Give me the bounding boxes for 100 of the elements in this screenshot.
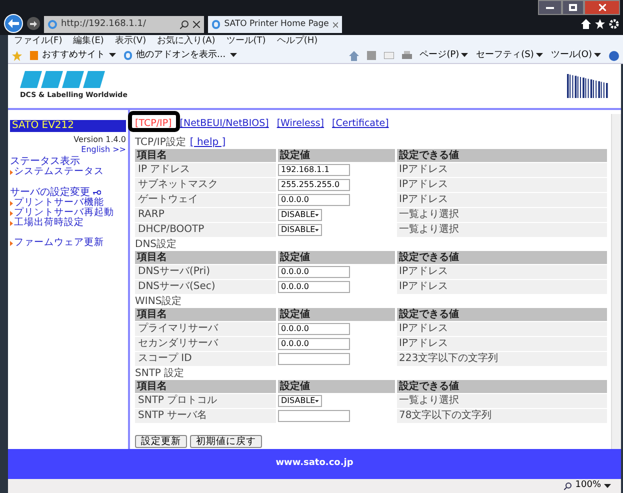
table-cell: IPアドレス	[397, 163, 607, 177]
table-cell: 一覧より選択	[397, 223, 607, 237]
sidebar-heading: ステータス表示	[10, 156, 80, 167]
tab[interactable]: [Certificate]	[332, 116, 389, 132]
input-field[interactable]	[278, 410, 350, 422]
table-cell: IPアドレス	[397, 265, 607, 279]
star-icon[interactable]	[12, 50, 22, 60]
zoom-level[interactable]: 100%	[575, 479, 601, 493]
caret-icon	[315, 398, 319, 404]
address-text: http://192.168.1.1/	[61, 18, 147, 31]
command-menu[interactable]: ページ(P)	[420, 48, 468, 62]
command-menu[interactable]: ツール(O)	[550, 48, 601, 62]
input-field[interactable]: 192.168.1.1	[278, 164, 350, 176]
menu-item[interactable]: お気に入り(A)	[157, 34, 216, 48]
tab[interactable]: [Wireless]	[276, 116, 324, 132]
input-field[interactable]: 0.0.0.0	[278, 194, 350, 206]
column-header: 項目名	[135, 380, 276, 393]
column-header: 設定値	[278, 251, 395, 264]
table-cell: IPアドレス	[397, 337, 607, 351]
address-bar[interactable]: http://192.168.1.1/	[44, 16, 204, 33]
sidebar-link[interactable]: 工場出荷時設定	[10, 218, 126, 228]
section-title: SNTP 設定	[135, 366, 184, 380]
bullet-icon	[10, 170, 13, 174]
section-title: TCP/IP設定	[135, 136, 186, 150]
bullet-icon	[10, 240, 13, 246]
bullet-icon	[10, 200, 13, 206]
table-cell: 223文字以下の文字列	[397, 352, 607, 366]
table-cell: IP アドレス	[135, 163, 276, 177]
favorites-item[interactable]: おすすめサイト	[30, 48, 116, 62]
maximize-icon	[569, 4, 577, 11]
model-banner: SATO EV212	[10, 120, 126, 132]
input-field[interactable]: 0.0.0.0	[278, 323, 350, 335]
back-arrow-icon	[8, 19, 19, 28]
table-cell: スコープ ID	[135, 352, 276, 366]
dropdown[interactable]: DISABLE	[278, 224, 322, 236]
sidebar-link[interactable]: プリントサーバ機能	[10, 198, 126, 208]
column-header: 項目名	[135, 251, 276, 264]
command-menu[interactable]: セーフティ(S)	[476, 48, 543, 62]
mail-icon[interactable]	[384, 52, 394, 59]
forward-arrow-icon	[30, 20, 37, 26]
footer-text: www.sato.co.jp	[276, 457, 354, 470]
favorites-item[interactable]: 他のアドオンを表示...	[124, 48, 237, 62]
column-header: 設定できる値	[397, 251, 607, 264]
menu-item[interactable]: ヘルプ(H)	[276, 34, 318, 48]
table-cell: プライマリサーバ	[135, 322, 276, 336]
forward-button[interactable]	[27, 17, 40, 30]
sidebar-link[interactable]: システムステータス	[10, 167, 126, 177]
section-title: WINS設定	[135, 294, 182, 308]
caret-icon	[109, 53, 116, 58]
input-field[interactable]: 0.0.0.0	[278, 338, 350, 350]
table-cell: IPアドレス	[397, 280, 607, 294]
column-header: 設定値	[278, 380, 395, 393]
settings-icon[interactable]	[609, 19, 619, 29]
menu-item[interactable]: ファイル(F)	[14, 34, 62, 48]
help-link[interactable]: [ help ]	[190, 134, 226, 150]
form-button[interactable]: 初期値に戻す	[190, 435, 262, 448]
caret-icon	[594, 53, 601, 58]
zoom-icon[interactable]	[564, 482, 572, 490]
table-cell: DHCP/BOOTP	[135, 223, 276, 237]
close-icon	[193, 21, 200, 28]
minimize-button[interactable]	[538, 0, 562, 15]
home-icon[interactable]	[581, 19, 591, 29]
close-icon	[332, 22, 338, 28]
sidebar-link[interactable]: プリントサーバ再起動	[10, 208, 126, 218]
logo-icon	[20, 71, 105, 88]
input-field[interactable]: 0.0.0.0	[278, 281, 350, 293]
dropdown[interactable]: DISABLE	[278, 209, 322, 221]
caret-icon	[604, 484, 611, 488]
table-cell: ゲートウェイ	[135, 193, 276, 207]
caret-icon	[461, 53, 468, 58]
star-icon[interactable]	[595, 19, 605, 29]
version-text: Version 1.4.0	[74, 135, 126, 145]
menu-item[interactable]: 表示(V)	[114, 34, 146, 48]
input-field[interactable]: 255.255.255.0	[278, 179, 350, 191]
browser-tab[interactable]: SATO Printer Home Page	[208, 16, 342, 33]
menu-item[interactable]: ツール(T)	[226, 34, 266, 48]
input-field[interactable]: 0.0.0.0	[278, 266, 350, 278]
caret-icon	[230, 53, 237, 58]
language-link[interactable]: English >>	[81, 145, 126, 155]
table-cell: DNSサーバ(Pri)	[135, 265, 276, 279]
menu-item[interactable]: 編集(E)	[73, 34, 104, 48]
search-icon	[180, 20, 189, 29]
table-cell: RARP	[135, 208, 276, 222]
form-button[interactable]: 設定更新	[135, 435, 187, 448]
tab[interactable]: [NetBEUI/NetBIOS]	[180, 116, 269, 132]
column-header: 設定できる値	[397, 308, 607, 321]
tab[interactable]: [TCP/IP]	[135, 116, 172, 132]
sidebar-link[interactable]: ファームウェア更新	[10, 238, 126, 248]
table-cell: SNTP サーバ名	[135, 409, 276, 423]
dropdown[interactable]: DISABLE	[278, 395, 322, 407]
caret-icon	[315, 212, 319, 218]
table-cell: サブネットマスク	[135, 178, 276, 192]
input-field[interactable]	[278, 353, 350, 365]
maximize-button[interactable]	[562, 0, 584, 15]
column-header: 設定値	[278, 149, 395, 162]
table-cell: 78文字以下の文字列	[397, 409, 607, 423]
close-button[interactable]	[584, 0, 620, 15]
print-icon[interactable]	[402, 51, 412, 60]
back-button[interactable]	[4, 14, 23, 33]
section-title: DNS設定	[135, 238, 177, 252]
